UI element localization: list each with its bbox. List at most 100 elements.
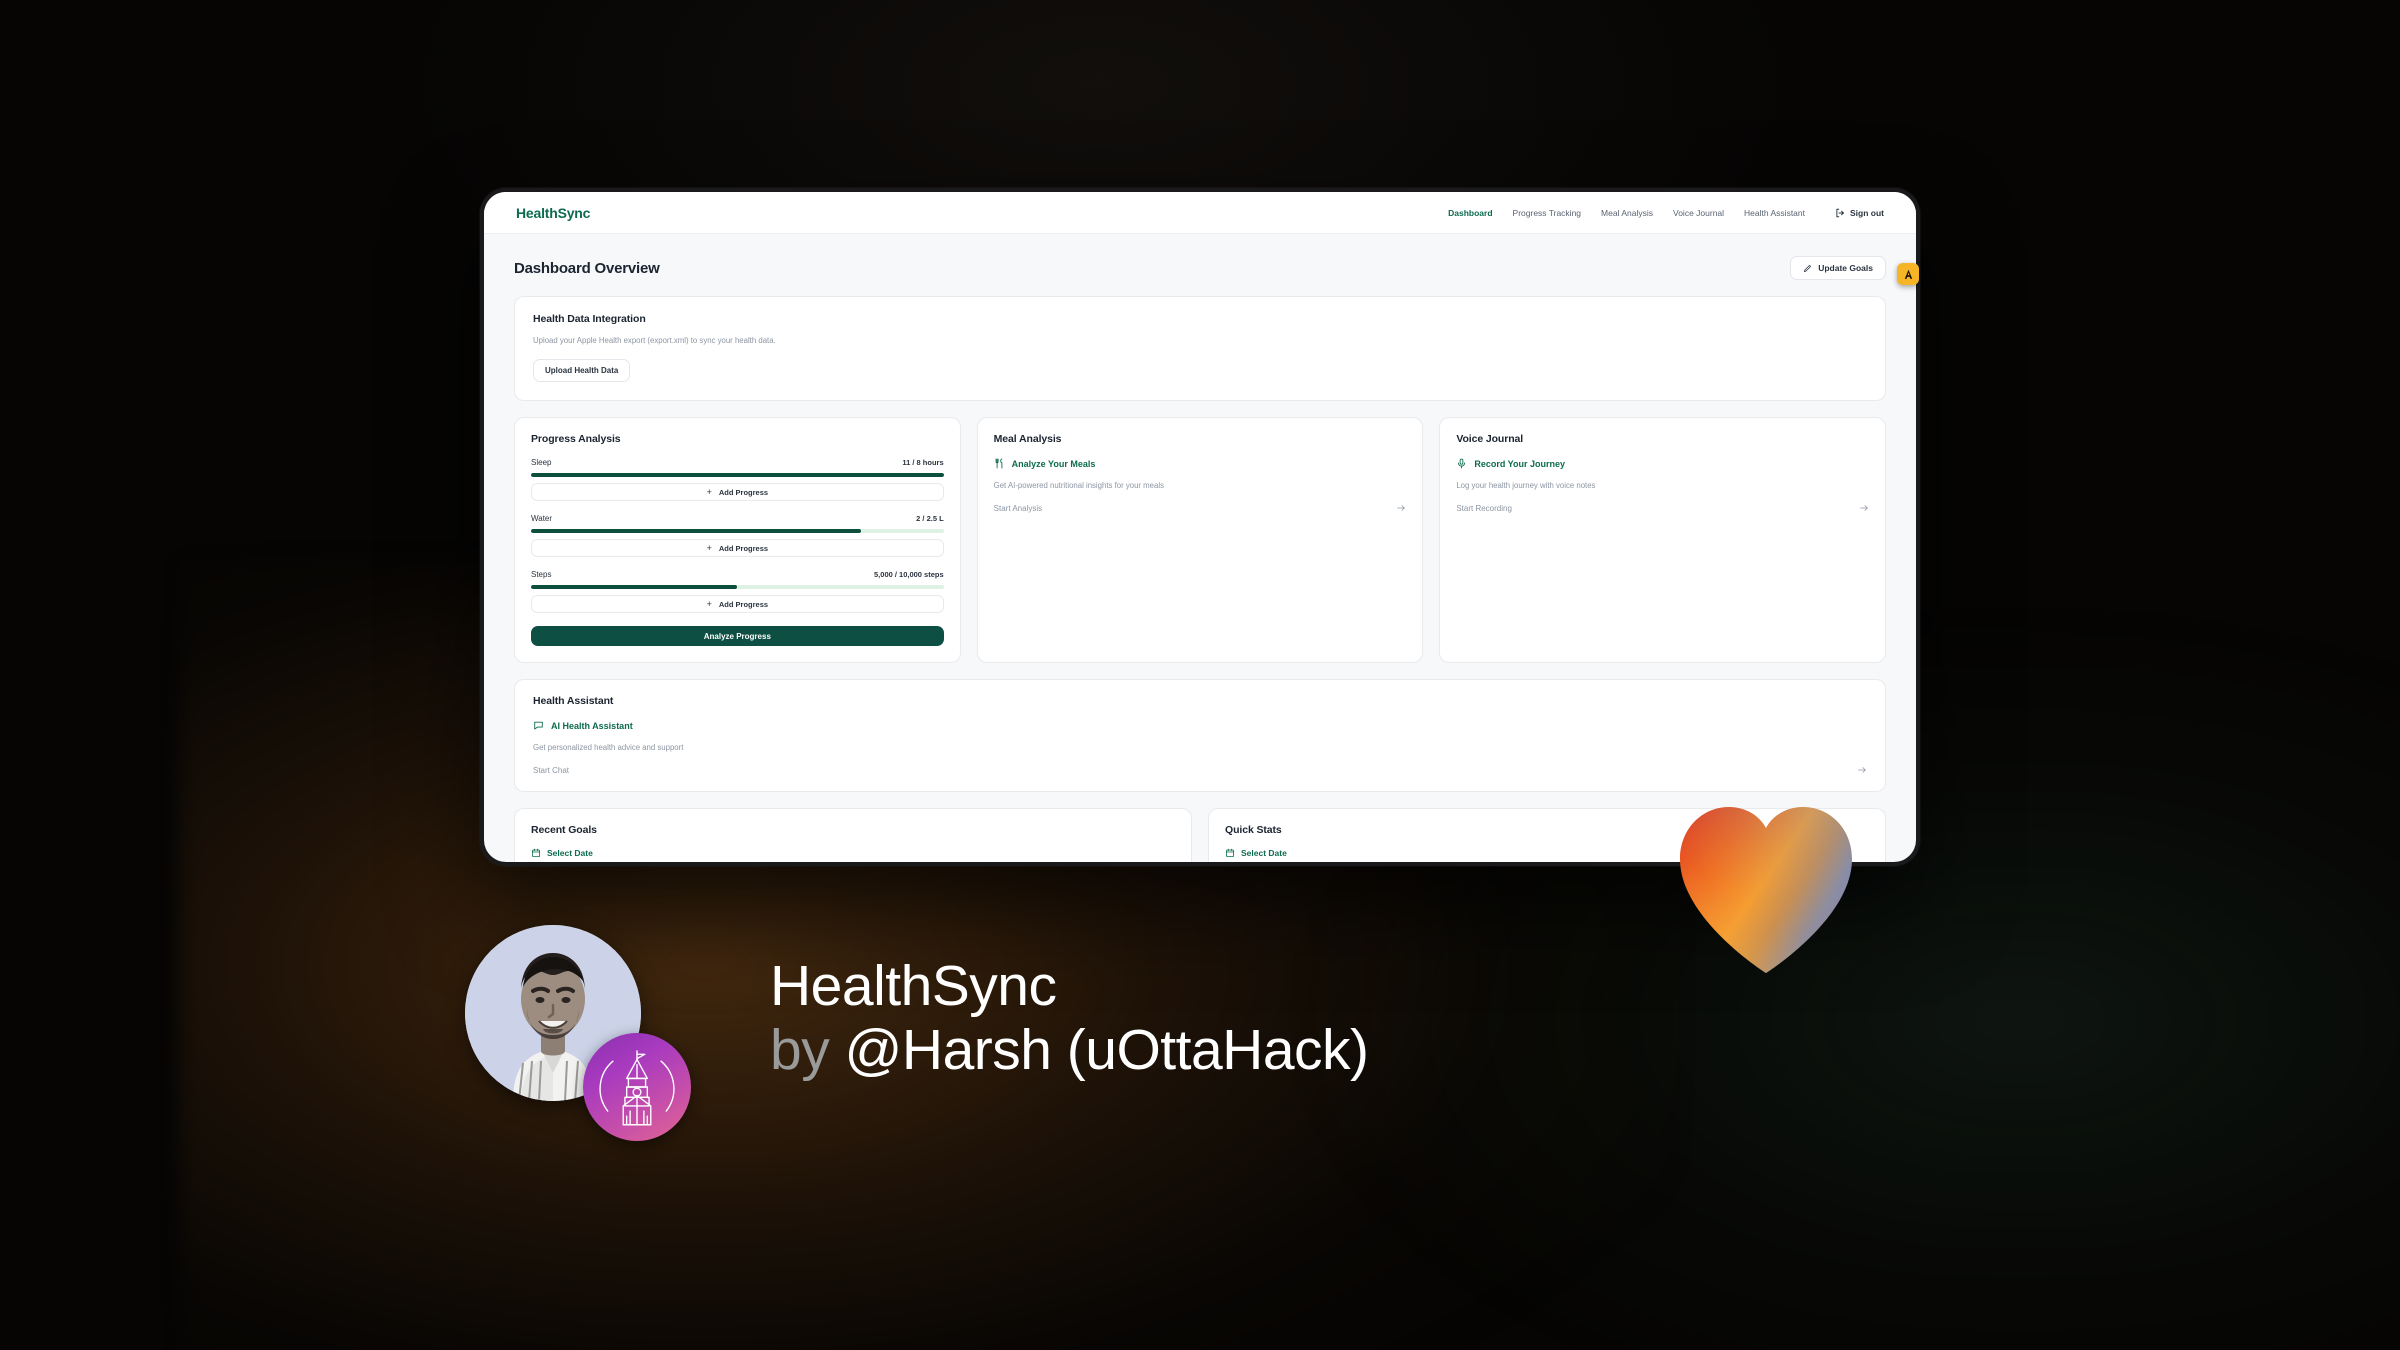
progress-row-sleep: Sleep 11 / 8 hours + Add Progress xyxy=(531,458,944,501)
analyze-progress-button[interactable]: Analyze Progress xyxy=(531,626,944,646)
health-assistant-heading: AI Health Assistant xyxy=(551,720,633,731)
chat-bubble-icon xyxy=(533,720,544,731)
sign-out-button[interactable]: Sign out xyxy=(1835,208,1884,218)
voice-journal-title: Voice Journal xyxy=(1456,433,1524,445)
page-title: Dashboard Overview xyxy=(514,259,660,277)
add-progress-button-sleep[interactable]: + Add Progress xyxy=(531,483,944,501)
nav-item-voice-journal[interactable]: Voice Journal xyxy=(1673,208,1724,218)
start-analysis-button[interactable]: Start Analysis xyxy=(994,503,1407,513)
meal-analysis-heading-row: Analyze Your Meals xyxy=(994,458,1407,469)
microphone-icon xyxy=(1456,458,1467,469)
meal-analysis-heading: Analyze Your Meals xyxy=(1011,458,1096,469)
start-recording-button[interactable]: Start Recording xyxy=(1456,503,1869,513)
clock-tower-icon xyxy=(599,1050,675,1126)
recent-goals-select-date-button[interactable]: Select Date xyxy=(531,848,1175,858)
plus-icon: + xyxy=(706,542,712,553)
caption-by-word: by xyxy=(770,1017,845,1082)
health-data-integration-card: Health Data Integration Upload your Appl… xyxy=(514,296,1886,401)
progress-bar-fill-steps xyxy=(531,585,738,589)
voice-journal-heading: Record Your Journey xyxy=(1474,458,1566,469)
progress-value-steps: 5,000 / 10,000 steps xyxy=(874,570,944,579)
progress-value-sleep: 11 / 8 hours xyxy=(902,458,944,467)
pencil-icon xyxy=(1803,264,1812,273)
integration-description: Upload your Apple Health export (export.… xyxy=(533,336,776,345)
caption-author-name: @Harsh (uOttaHack) xyxy=(844,1017,1369,1082)
start-analysis-label: Start Analysis xyxy=(993,503,1043,513)
voice-journal-card: Voice Journal Record Your Journey Log yo… xyxy=(1439,417,1886,663)
nav-item-progress-tracking[interactable]: Progress Tracking xyxy=(1513,208,1582,218)
progress-bar-track-water xyxy=(531,529,944,533)
plus-icon: + xyxy=(706,598,712,609)
upload-health-data-button[interactable]: Upload Health Data xyxy=(533,359,631,382)
progress-head-steps: Steps 5,000 / 10,000 steps xyxy=(531,570,944,579)
add-progress-button-steps[interactable]: + Add Progress xyxy=(531,595,944,613)
progress-head-water: Water 2 / 2.5 L xyxy=(531,514,944,523)
meal-analysis-description: Get AI-powered nutritional insights for … xyxy=(993,481,1164,490)
progress-label-water: Water xyxy=(531,514,553,523)
progress-analysis-title: Progress Analysis xyxy=(531,433,621,445)
logout-icon xyxy=(1835,208,1845,218)
start-recording-label: Start Recording xyxy=(1456,503,1512,513)
caption-author-line: by @Harsh (uOttaHack) xyxy=(770,1017,1369,1083)
voice-journal-description: Log your health journey with voice notes xyxy=(1456,481,1596,490)
add-progress-label-sleep: Add Progress xyxy=(718,487,769,497)
update-goals-button[interactable]: Update Goals xyxy=(1790,256,1886,280)
progress-bar-track-sleep xyxy=(531,473,944,477)
meal-analysis-card: Meal Analysis Analyze Your Meals Get AI-… xyxy=(976,417,1424,663)
main-nav: Dashboard Progress Tracking Meal Analysi… xyxy=(1448,208,1884,218)
progress-bar-fill-sleep xyxy=(531,473,944,477)
integration-title: Health Data Integration xyxy=(533,313,646,325)
browser-viewport: HealthSync Dashboard Progress Tracking M… xyxy=(484,192,1916,862)
health-assistant-description: Get personalized health advice and suppo… xyxy=(533,743,684,752)
browser-extension-badge[interactable] xyxy=(1897,263,1919,285)
heart-logo xyxy=(1672,797,1860,975)
fork-knife-icon xyxy=(994,458,1005,469)
browser-window: HealthSync Dashboard Progress Tracking M… xyxy=(480,188,1920,866)
uottahack-badge xyxy=(583,1033,691,1141)
sign-out-label: Sign out xyxy=(1850,207,1884,218)
claude-extension-icon xyxy=(1904,269,1912,279)
feature-card-grid: Progress Analysis Sleep 11 / 8 hours + A… xyxy=(514,417,1886,663)
health-assistant-card: Health Assistant AI Health Assistant Get… xyxy=(514,679,1886,792)
nav-item-meal-analysis[interactable]: Meal Analysis xyxy=(1601,208,1653,218)
progress-row-water: Water 2 / 2.5 L + Add Progress xyxy=(531,514,944,557)
nav-item-health-assistant[interactable]: Health Assistant xyxy=(1744,208,1805,218)
add-progress-label-water: Add Progress xyxy=(718,543,769,553)
calendar-icon xyxy=(1225,848,1235,858)
health-assistant-title: Health Assistant xyxy=(533,695,614,707)
start-chat-button[interactable]: Start Chat xyxy=(533,765,1867,775)
arrow-right-icon xyxy=(1859,503,1869,513)
arrow-right-icon xyxy=(1857,765,1867,775)
caption: HealthSync by @Harsh (uOttaHack) xyxy=(770,954,1369,1083)
progress-value-water: 2 / 2.5 L xyxy=(916,514,944,523)
recent-goals-card: Recent Goals Select Date Today Yesterday xyxy=(514,808,1192,862)
start-chat-label: Start Chat xyxy=(533,765,570,775)
recent-goals-select-date-label: Select Date xyxy=(547,848,593,858)
nav-item-dashboard[interactable]: Dashboard xyxy=(1448,208,1492,218)
recent-goals-title: Recent Goals xyxy=(531,824,597,836)
brand-logo[interactable]: HealthSync xyxy=(516,205,590,221)
page-content: Dashboard Overview Update Goals Health D… xyxy=(484,234,1916,862)
arrow-right-icon xyxy=(1396,503,1406,513)
voice-journal-heading-row: Record Your Journey xyxy=(1456,458,1869,469)
calendar-icon xyxy=(531,848,541,858)
progress-bar-track-steps xyxy=(531,585,944,589)
add-progress-button-water[interactable]: + Add Progress xyxy=(531,539,944,557)
meal-analysis-title: Meal Analysis xyxy=(993,433,1062,445)
quick-stats-select-date-label: Select Date xyxy=(1241,848,1287,858)
update-goals-label: Update Goals xyxy=(1818,263,1873,273)
caption-project-name: HealthSync xyxy=(770,954,1057,1018)
progress-label-sleep: Sleep xyxy=(531,458,552,467)
progress-row-steps: Steps 5,000 / 10,000 steps + Add Progres… xyxy=(531,570,944,613)
health-assistant-heading-row: AI Health Assistant xyxy=(533,720,1867,731)
plus-icon: + xyxy=(706,486,712,497)
progress-head-sleep: Sleep 11 / 8 hours xyxy=(531,458,944,467)
progress-analysis-card: Progress Analysis Sleep 11 / 8 hours + A… xyxy=(514,417,961,663)
page-header-row: Dashboard Overview Update Goals xyxy=(514,256,1886,280)
add-progress-label-steps: Add Progress xyxy=(718,599,769,609)
progress-label-steps: Steps xyxy=(531,570,552,579)
app-header: HealthSync Dashboard Progress Tracking M… xyxy=(484,192,1916,234)
author-avatar-group xyxy=(465,925,691,1141)
progress-bar-fill-water xyxy=(531,529,862,533)
analyze-progress-label: Analyze Progress xyxy=(703,631,771,641)
